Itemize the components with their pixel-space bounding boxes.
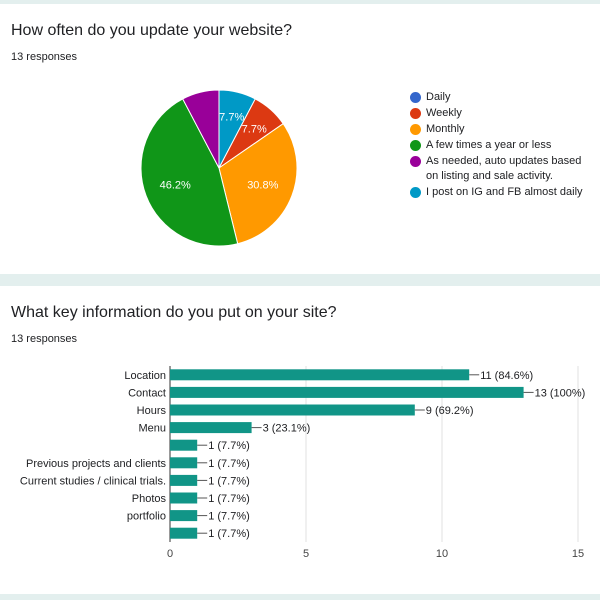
legend-label: As needed, auto updates based on listing… [426,155,582,182]
bar-chart-card: What key information do you put on your … [0,286,600,594]
y-category-label: Hours [137,405,167,417]
bar [170,457,198,469]
legend-label: Daily [426,91,451,103]
bar [170,527,198,539]
bar [170,422,252,434]
bar-data-label: 1 (7.7%) [208,440,250,452]
bar-data-label: 11 (84.6%) [480,370,533,382]
legend-swatch [410,92,421,103]
legend-label: I post on IG and FB almost daily [426,186,583,198]
bar-chart: 0 5 10 15 Location 11 (84.6%) Contact 13 (100%)… [20,366,586,560]
y-category-label: Menu [138,423,166,435]
bar [170,386,524,398]
legend-swatch [410,187,421,198]
y-category-label: Contact [128,387,166,399]
x-tick-label: 5 [303,548,309,560]
bar-data-label: 3 (23.1%) [263,423,311,435]
bar [170,510,198,522]
bar-data-label: 9 (69.2%) [426,405,474,417]
legend-label: A few times a year or less [426,139,552,151]
bar-data-label: 1 (7.7%) [208,528,250,540]
pie-slice-label: 7.7% [242,123,267,135]
pie-chart-card: How often do you update your website? 13… [0,4,600,274]
legend-item: A few times a year or less [410,138,596,153]
x-tick-label: 0 [167,548,173,560]
bar-data-label: 13 (100%) [535,387,586,399]
bar-data-label: 1 (7.7%) [208,493,250,505]
bar [170,474,198,486]
y-category-label: Photos [132,493,167,505]
y-category-label: Location [124,370,166,382]
legend-swatch [410,108,421,119]
legend-item: Weekly [410,106,596,121]
pie-slice-label: 46.2% [160,180,191,192]
y-category-label: portfolio [127,511,166,523]
bar [170,492,198,504]
y-category-label: Previous projects and clients [26,458,167,470]
legend-item: Monthly [410,122,596,137]
legend-label: Weekly [426,107,462,119]
pie-slice-label: 7.7% [219,112,244,124]
legend-swatch [410,140,421,151]
x-tick-label: 15 [572,548,584,560]
bar [170,404,415,416]
y-category-label: Current studies / clinical trials. [20,475,166,487]
legend-item: As needed, auto updates based on listing… [410,154,596,184]
bar-data-label: 1 (7.7%) [208,458,250,470]
x-tick-label: 10 [436,548,448,560]
bar [170,369,470,381]
pie-legend: Daily Weekly Monthly A few times a year or … [410,90,596,201]
bar-data-label: 1 (7.7%) [208,475,250,487]
bar [170,439,198,451]
legend-item: Daily [410,90,596,105]
legend-item: I post on IG and FB almost daily [410,185,596,200]
bar-data-label: 1 (7.7%) [208,511,250,523]
pie-slice-label: 30.8% [247,180,278,192]
legend-label: Monthly [426,123,465,135]
legend-swatch [410,156,421,167]
legend-swatch [410,124,421,135]
